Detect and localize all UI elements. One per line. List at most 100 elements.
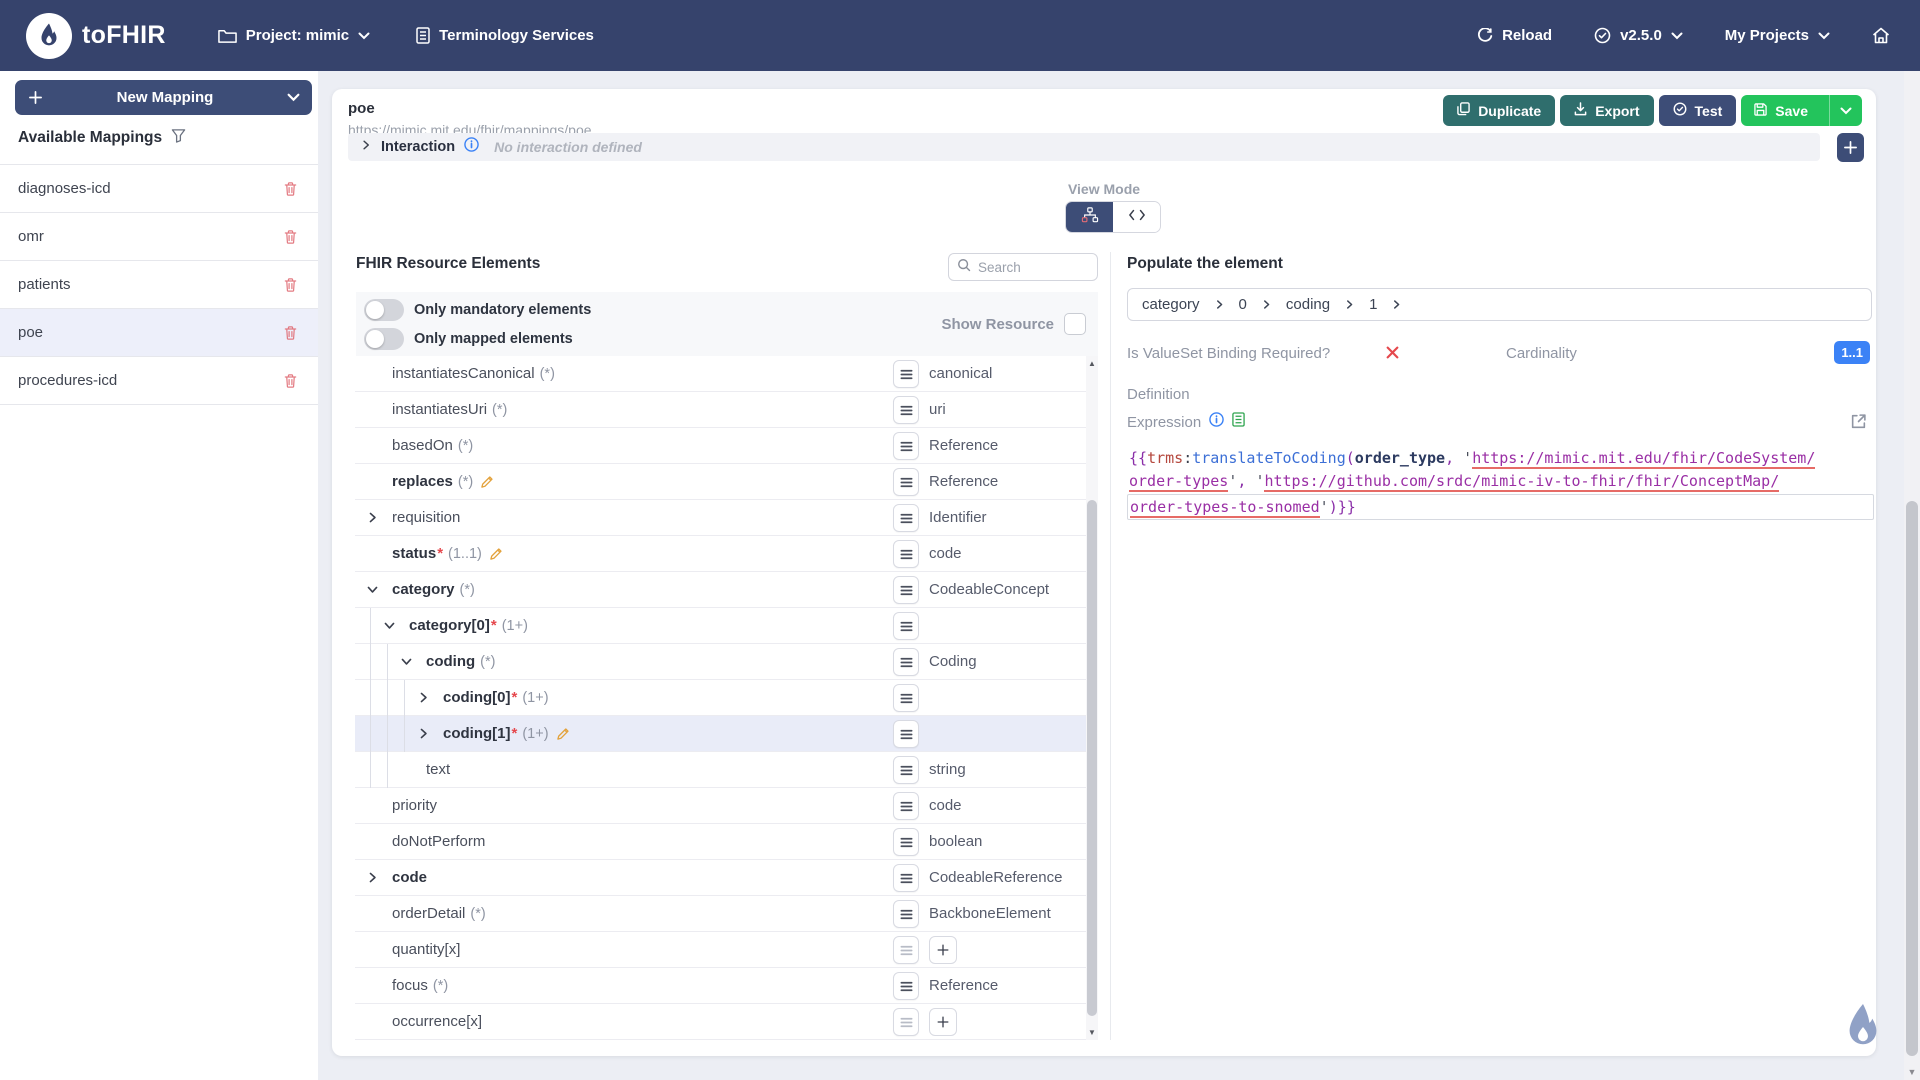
- row-menu-button[interactable]: [893, 972, 919, 1000]
- mapping-item-poe[interactable]: poe: [0, 309, 318, 357]
- row-menu-button[interactable]: [893, 1008, 919, 1036]
- breadcrumb-item-0[interactable]: 0: [1239, 296, 1247, 313]
- element-row-instantiatesCanonical[interactable]: instantiatesCanonical(*)canonical: [355, 356, 1086, 392]
- home-button[interactable]: [1872, 27, 1890, 44]
- add-button[interactable]: [1837, 133, 1864, 162]
- info-icon[interactable]: [1209, 412, 1224, 432]
- reload-button[interactable]: Reload: [1477, 27, 1552, 44]
- tree-scrollbar[interactable]: ▲ ▼: [1086, 356, 1098, 1040]
- chevron-right-icon[interactable]: [417, 727, 443, 740]
- element-row-quantity[x][interactable]: quantity[x]: [355, 932, 1086, 968]
- save-main[interactable]: Save: [1741, 103, 1821, 119]
- chevron-down-icon[interactable]: [366, 583, 392, 596]
- row-menu-button[interactable]: [893, 648, 919, 676]
- save-button[interactable]: Save: [1741, 95, 1862, 126]
- delete-mapping-icon[interactable]: [283, 373, 298, 389]
- element-row-instantiatesUri[interactable]: instantiatesUri(*)uri: [355, 392, 1086, 428]
- filter-icon[interactable]: [171, 128, 186, 148]
- row-menu-button[interactable]: [893, 756, 919, 784]
- my-projects-menu[interactable]: My Projects: [1725, 27, 1830, 44]
- breadcrumb-item-1[interactable]: 1: [1369, 296, 1377, 313]
- page-scroll-down-arrow[interactable]: ▼: [1904, 1067, 1920, 1077]
- app-logo[interactable]: toFHIR: [26, 13, 166, 59]
- element-row-category[interactable]: category(*)CodeableConcept: [355, 572, 1086, 608]
- row-menu-button[interactable]: [893, 432, 919, 460]
- row-menu-button[interactable]: [893, 360, 919, 388]
- element-row-category[0][interactable]: category[0]*(1+): [355, 608, 1086, 644]
- nav-project-menu[interactable]: Project: mimic: [218, 27, 370, 44]
- delete-mapping-icon[interactable]: [283, 277, 298, 293]
- show-resource-checkbox[interactable]: [1064, 313, 1086, 335]
- element-row-occurrence[x][interactable]: occurrence[x]: [355, 1004, 1086, 1040]
- row-menu-button[interactable]: [893, 540, 919, 568]
- element-row-doNotPerform[interactable]: doNotPerformboolean: [355, 824, 1086, 860]
- page-scrollbar[interactable]: ▼: [1904, 71, 1920, 1080]
- add-element-button[interactable]: [929, 936, 957, 964]
- chevron-right-icon[interactable]: [366, 511, 392, 524]
- save-dropdown-caret[interactable]: [1829, 95, 1862, 126]
- edit-pencil-icon[interactable]: [480, 475, 494, 489]
- delete-mapping-icon[interactable]: [283, 229, 298, 245]
- interaction-accordion[interactable]: Interaction No interaction defined: [348, 133, 1820, 161]
- element-row-orderDetail[interactable]: orderDetail(*)BackboneElement: [355, 896, 1086, 932]
- expand-editor-icon[interactable]: [1850, 413, 1867, 430]
- chevron-right-icon[interactable]: [417, 691, 443, 704]
- row-menu-button[interactable]: [893, 468, 919, 496]
- row-menu-button[interactable]: [893, 396, 919, 424]
- info-icon[interactable]: [464, 137, 479, 157]
- element-row-coding[1][interactable]: coding[1]*(1+): [355, 716, 1086, 752]
- only-mandatory-toggle[interactable]: [364, 299, 404, 321]
- delete-mapping-icon[interactable]: [283, 181, 298, 197]
- row-menu-button[interactable]: [893, 792, 919, 820]
- version-menu[interactable]: v2.5.0: [1594, 27, 1683, 44]
- scroll-up-arrow[interactable]: ▲: [1086, 359, 1098, 368]
- element-row-coding[0][interactable]: coding[0]*(1+): [355, 680, 1086, 716]
- row-menu-button[interactable]: [893, 828, 919, 856]
- breadcrumb-item-category[interactable]: category: [1142, 296, 1200, 313]
- mapping-item-procedures-icd[interactable]: procedures-icd: [0, 357, 318, 405]
- row-menu-button[interactable]: [893, 576, 919, 604]
- row-menu-button[interactable]: [893, 900, 919, 928]
- expression-editor[interactable]: {{trms:translateToCoding(order_type, 'ht…: [1127, 447, 1874, 520]
- mapping-item-diagnoses-icd[interactable]: diagnoses-icd: [0, 165, 318, 213]
- page-scrollbar-thumb[interactable]: [1906, 501, 1918, 1056]
- export-button[interactable]: Export: [1560, 95, 1653, 126]
- breadcrumb-item-coding[interactable]: coding: [1286, 296, 1330, 313]
- edit-pencil-icon[interactable]: [489, 547, 503, 561]
- row-menu-button[interactable]: [893, 684, 919, 712]
- element-row-priority[interactable]: prioritycode: [355, 788, 1086, 824]
- delete-mapping-icon[interactable]: [283, 325, 298, 341]
- new-mapping-button[interactable]: New Mapping: [15, 80, 312, 115]
- mapping-item-omr[interactable]: omr: [0, 213, 318, 261]
- tree-view-button[interactable]: [1066, 202, 1113, 232]
- duplicate-button[interactable]: Duplicate: [1443, 95, 1555, 126]
- element-row-replaces[interactable]: replaces(*)Reference: [355, 464, 1086, 500]
- mapping-item-patients[interactable]: patients: [0, 261, 318, 309]
- row-menu-button[interactable]: [893, 504, 919, 532]
- chevron-right-icon[interactable]: [366, 871, 392, 884]
- element-row-coding[interactable]: coding(*)Coding: [355, 644, 1086, 680]
- tree-scrollbar-thumb[interactable]: [1087, 500, 1097, 1016]
- element-row-code[interactable]: codeCodeableReference: [355, 860, 1086, 896]
- snippet-list-icon[interactable]: [1232, 412, 1245, 432]
- nav-terminology[interactable]: Terminology Services: [416, 27, 594, 44]
- add-element-button[interactable]: [929, 1008, 957, 1036]
- row-menu-button[interactable]: [893, 936, 919, 964]
- search-input[interactable]: [978, 260, 1083, 275]
- element-row-focus[interactable]: focus(*)Reference: [355, 968, 1086, 1004]
- element-row-status[interactable]: status*(1..1)code: [355, 536, 1086, 572]
- only-mapped-toggle[interactable]: [364, 328, 404, 350]
- code-view-button[interactable]: [1113, 202, 1160, 232]
- row-menu-button[interactable]: [893, 864, 919, 892]
- edit-pencil-icon[interactable]: [556, 727, 570, 741]
- test-button[interactable]: Test: [1659, 95, 1737, 126]
- chevron-down-icon[interactable]: [400, 655, 426, 668]
- scroll-down-arrow[interactable]: ▼: [1086, 1028, 1098, 1037]
- chevron-down-icon[interactable]: [383, 619, 409, 632]
- element-row-requisition[interactable]: requisitionIdentifier: [355, 500, 1086, 536]
- element-search[interactable]: [948, 253, 1098, 281]
- element-row-basedOn[interactable]: basedOn(*)Reference: [355, 428, 1086, 464]
- element-row-text[interactable]: textstring: [355, 752, 1086, 788]
- row-menu-button[interactable]: [893, 720, 919, 748]
- row-menu-button[interactable]: [893, 612, 919, 640]
